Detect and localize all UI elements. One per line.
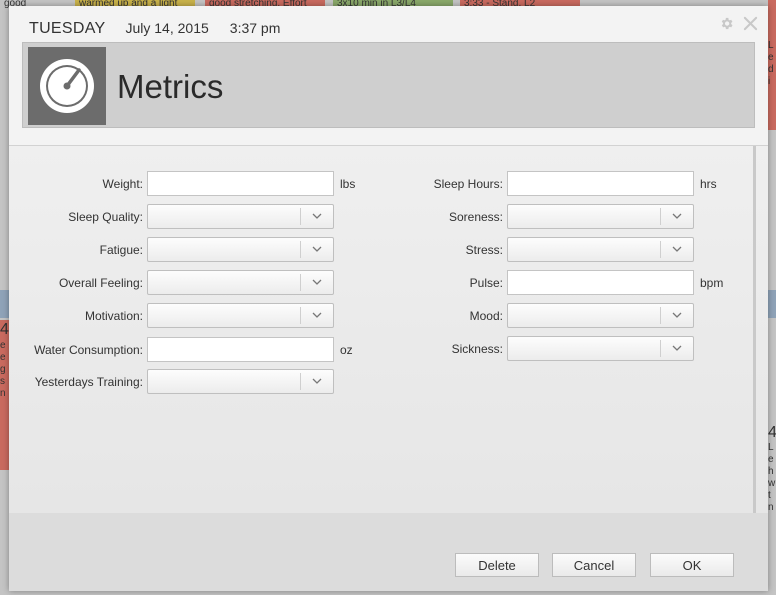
bg-block [768,290,776,318]
metrics-banner: Metrics [22,42,755,128]
date-row: TUESDAY July 14, 2015 3:37 pm [29,20,280,38]
weight-unit: lbs [340,176,356,191]
day-label: TUESDAY [29,20,106,37]
bg-snippet: w [768,478,776,489]
form-row-soreness: Soreness: [369,204,694,229]
header-actions [718,16,758,32]
mood-label: Mood: [469,308,503,323]
bg-snippet: t [768,490,771,501]
form-row-fatigue: Fatigue: [9,237,334,262]
weight-input[interactable] [147,171,334,196]
soreness-label: Soreness: [448,209,503,224]
chevron-down-icon [312,279,322,285]
cancel-button[interactable]: Cancel [552,553,636,577]
chevron-down-icon [312,213,322,219]
bg-snippet: h [768,466,774,477]
sleep-hours-label: Sleep Hours: [433,176,503,191]
overall-feeling-select[interactable] [147,270,334,295]
sleep-quality-select[interactable] [147,204,334,229]
form-row-motivation: Motivation: [9,303,334,328]
pulse-label: Pulse: [469,275,503,290]
form-row-overall-feeling: Overall Feeling: [9,270,334,295]
sickness-select[interactable] [507,336,694,361]
ok-button[interactable]: OK [650,553,734,577]
form-row-sickness: Sickness: [369,336,694,361]
bg-snippet: d [768,64,774,75]
weight-label: Weight: [102,176,143,191]
water-consumption-input[interactable] [147,337,334,362]
water-consumption-label: Water Consumption: [34,342,143,357]
pulse-input[interactable] [507,270,694,295]
motivation-label: Motivation: [84,308,143,323]
gauge-icon [28,47,106,125]
scrollbar[interactable] [753,146,756,513]
bg-block [768,130,776,290]
date-label: July 14, 2015 [125,20,209,36]
bg-block: 4 L e h w t n [768,320,776,540]
bg-block: L e d i [768,0,776,130]
page-title: Metrics [117,68,224,105]
bg-snippet: e [768,454,774,465]
water-consumption-unit: oz [340,342,353,357]
sleep-hours-unit: hrs [700,176,717,191]
bg-snippet: e [768,52,774,63]
bg-snippet: n [768,502,774,513]
overall-feeling-label: Overall Feeling: [58,275,143,290]
form-row-pulse: Pulse: bpm [369,270,723,295]
bg-snippet: L [768,40,774,51]
sickness-label: Sickness: [451,341,503,356]
stress-select[interactable] [507,237,694,262]
dialog-header: TUESDAY July 14, 2015 3:37 pm Metrics [9,6,768,146]
bg-snippet: 4 [768,424,776,441]
form-row-mood: Mood: [369,303,694,328]
dialog-footer: Delete Cancel OK [9,513,768,591]
chevron-down-icon [672,312,682,318]
chevron-down-icon [672,345,682,351]
pulse-unit: bpm [700,275,724,290]
chevron-down-icon [312,378,322,384]
form-row-weight: Weight: lbs [9,171,355,196]
bg-snippet: L [768,442,774,453]
form-body: Weight: lbs Sleep Quality: Fatigue: Over… [9,146,768,513]
chevron-down-icon [312,312,322,318]
yesterdays-training-label: Yesterdays Training: [34,374,143,389]
metrics-dialog: TUESDAY July 14, 2015 3:37 pm Metrics We… [9,6,768,591]
fatigue-label: Fatigue: [99,242,143,257]
motivation-select[interactable] [147,303,334,328]
bg-snippet: i [768,76,771,87]
soreness-select[interactable] [507,204,694,229]
form-row-sleep-hours: Sleep Hours: hrs [369,171,717,196]
close-icon[interactable] [742,16,758,32]
chevron-down-icon [672,213,682,219]
stress-label: Stress: [465,242,503,257]
form-row-water-consumption: Water Consumption: oz [9,337,353,362]
yesterdays-training-select[interactable] [147,369,334,394]
form-row-yesterdays-training: Yesterdays Training: [9,369,334,394]
chevron-down-icon [672,246,682,252]
sleep-hours-input[interactable] [507,171,694,196]
delete-button[interactable]: Delete [455,553,539,577]
form-row-stress: Stress: [369,237,694,262]
time-label: 3:37 pm [229,20,281,36]
form-row-sleep-quality: Sleep Quality: [9,204,334,229]
gear-icon[interactable] [718,16,734,32]
mood-select[interactable] [507,303,694,328]
sleep-quality-label: Sleep Quality: [68,209,143,224]
fatigue-select[interactable] [147,237,334,262]
chevron-down-icon [312,246,322,252]
